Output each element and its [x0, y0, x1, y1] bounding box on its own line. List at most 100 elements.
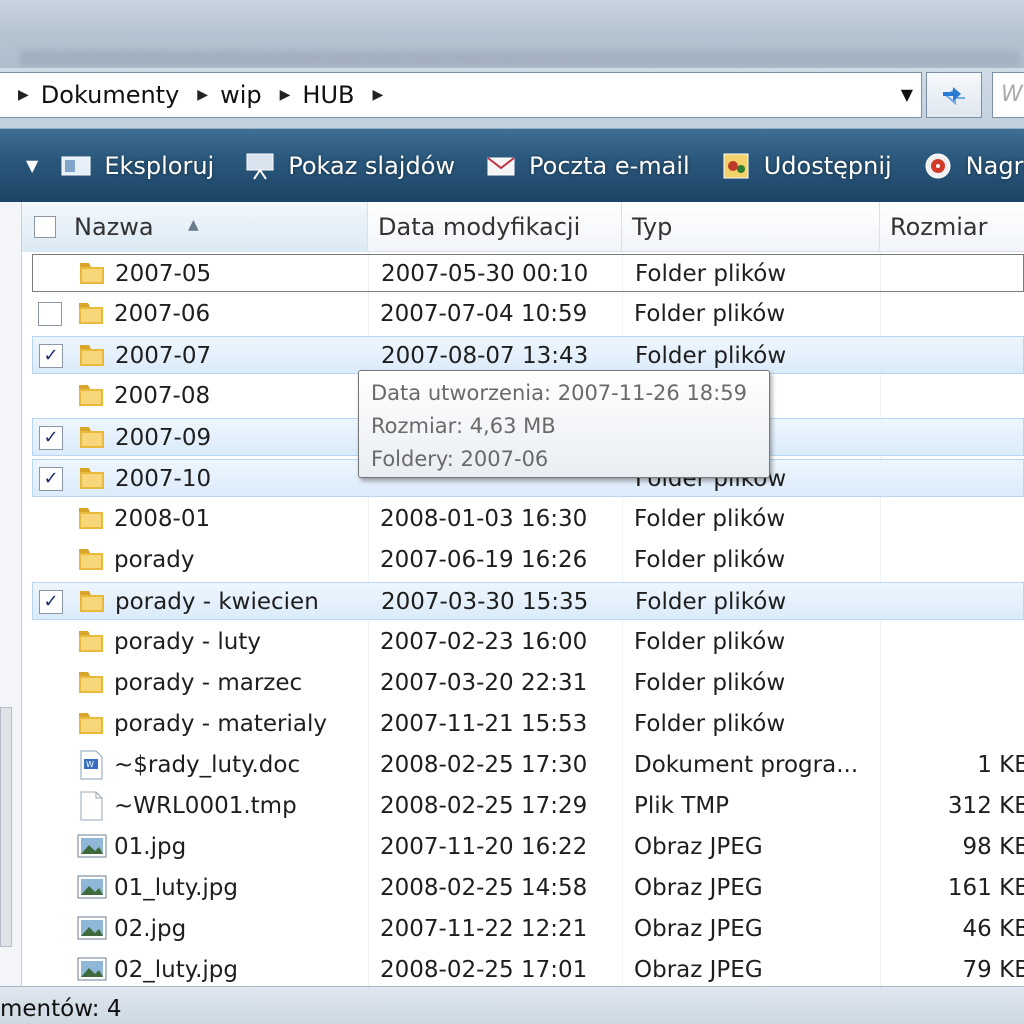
folder-icon: [76, 544, 106, 574]
column-type-label: Typ: [632, 213, 673, 241]
column-date-label: Data modyfikacji: [378, 213, 581, 241]
explore-button[interactable]: Eksploruj: [60, 152, 214, 180]
file-type: Obraz JPEG: [634, 834, 763, 860]
email-label: Poczta e-mail: [529, 151, 690, 180]
titlebar-blur: [20, 50, 1020, 66]
image-icon: [76, 913, 107, 943]
folder-row[interactable]: ✓ 2007-07 2007-08-07 13:43 Folder plików: [32, 336, 1024, 374]
file-name: porady - kwiecien: [115, 589, 319, 615]
folder-icon: [77, 586, 107, 616]
file-row[interactable]: 02_luty.jpg 2008-02-25 17:01 Obraz JPEG 79 …: [32, 951, 1024, 986]
status-text: mentów: 4: [0, 996, 122, 1022]
column-type[interactable]: Typ: [622, 202, 880, 252]
status-bar: mentów: 4: [0, 986, 1024, 1024]
file-name: 2008-01: [114, 506, 211, 532]
select-all-checkbox[interactable]: [34, 216, 56, 238]
window-titlebar: [0, 0, 1024, 68]
file-date: 2007-11-20 16:22: [380, 834, 588, 860]
breadcrumb-arrow-icon[interactable]: ▶: [18, 87, 29, 103]
refresh-button[interactable]: [926, 72, 982, 118]
tooltip-folders: Foldery: 2007-06: [371, 447, 549, 471]
file-row[interactable]: 01.jpg 2007-11-20 16:22 Obraz JPEG 98 KB: [32, 828, 1024, 866]
burn-icon: [922, 152, 954, 180]
file-date: 2007-11-22 12:21: [380, 916, 588, 942]
column-name-label: Nazwa: [74, 213, 154, 241]
row-checkbox[interactable]: ✓: [39, 590, 63, 614]
navigation-pane: [0, 202, 22, 986]
column-name[interactable]: ▲ Nazwa: [22, 202, 368, 252]
breadcrumb-arrow-icon[interactable]: ▶: [280, 87, 291, 103]
breadcrumb-arrow-icon[interactable]: ▶: [372, 87, 383, 103]
file-row[interactable]: 02.jpg 2007-11-22 12:21 Obraz JPEG 46 KB: [32, 910, 1024, 948]
file-size: 312 KB: [947, 793, 1024, 819]
folder-icon: [76, 667, 106, 697]
folder-row[interactable]: porady 2007-06-19 16:26 Folder plików: [32, 541, 1024, 579]
folder-row[interactable]: porady - materialy 2007-11-21 15:53 Folder…: [32, 705, 1024, 743]
breadcrumb-label[interactable]: wip: [220, 81, 262, 109]
file-type: Folder plików: [634, 629, 786, 655]
breadcrumb-item-1[interactable]: ▶ Dokumenty: [0, 81, 179, 109]
folder-row[interactable]: ✓ porady - kwiecien 2007-03-30 15:35 Folder…: [32, 582, 1024, 620]
file-name: porady - luty: [114, 629, 261, 655]
file-type: Plik TMP: [634, 793, 730, 819]
file-date: 2007-03-20 22:31: [380, 670, 588, 696]
file-row[interactable]: ~WRL0001.tmp 2008-02-25 17:29 Plik TMP 312 …: [32, 787, 1024, 825]
folder-icon: [76, 503, 106, 533]
folder-row[interactable]: porady - marzec 2007-03-20 22:31 Folder pl…: [32, 664, 1024, 702]
file-type: Folder plików: [634, 547, 786, 573]
share-label: Udostępnij: [763, 151, 892, 180]
file-row[interactable]: 01_luty.jpg 2008-02-25 14:58 Obraz JPEG 161…: [32, 869, 1024, 907]
folder-row[interactable]: 2007-05 2007-05-30 00:10 Folder plików: [32, 254, 1024, 292]
file-type: Folder plików: [634, 670, 786, 696]
email-icon: [485, 152, 517, 180]
tooltip-created: Data utworzenia: 2007-11-26 18:59: [371, 381, 747, 405]
file-name: 2007-06: [114, 301, 211, 327]
file-row[interactable]: W ~$rady_luty.doc 2008-02-25 17:30 Dokument…: [32, 746, 1024, 784]
breadcrumb-label[interactable]: Dokumenty: [41, 81, 180, 109]
breadcrumb-item-2[interactable]: ▶ wip: [179, 81, 261, 109]
organize-dropdown-icon[interactable]: ▼: [26, 156, 38, 175]
file-size: 1 KB: [977, 752, 1024, 778]
breadcrumb-arrow-icon[interactable]: ▶: [197, 87, 208, 103]
folder-row[interactable]: 2008-01 2008-01-03 16:30 Folder plików: [32, 500, 1024, 538]
file-date: 2007-03-30 15:35: [381, 589, 589, 615]
share-button[interactable]: Udostępnij: [720, 152, 892, 180]
folder-icon: [77, 422, 107, 452]
row-checkbox[interactable]: [38, 302, 62, 326]
column-header: ▲ Nazwa Data modyfikacji Typ Rozmiar: [22, 202, 1024, 252]
address-bar[interactable]: ▶ Dokumenty ▶ wip ▶ HUB ▶ ▼: [0, 72, 922, 118]
slideshow-button[interactable]: Pokaz slajdów: [244, 152, 455, 180]
file-type: Folder plików: [634, 301, 786, 327]
slideshow-icon: [244, 152, 276, 180]
row-checkbox[interactable]: ✓: [39, 344, 63, 368]
folder-row[interactable]: 2007-06 2007-07-04 10:59 Folder plików: [32, 295, 1024, 333]
image-icon: [76, 872, 107, 902]
nav-scrollbar[interactable]: [0, 707, 12, 947]
breadcrumb-item-3[interactable]: ▶ HUB ▶: [262, 81, 396, 109]
file-type: Obraz JPEG: [634, 875, 763, 901]
share-icon: [720, 152, 752, 180]
address-dropdown-icon[interactable]: ▼: [901, 85, 913, 104]
explore-label: Eksploruj: [104, 151, 215, 180]
folder-row[interactable]: porady - luty 2007-02-23 16:00 Folder plik…: [32, 623, 1024, 661]
file-name: 2007-07: [115, 343, 212, 369]
row-checkbox[interactable]: ✓: [39, 426, 63, 450]
burn-button[interactable]: Nagra: [922, 152, 1024, 180]
slideshow-label: Pokaz slajdów: [288, 151, 456, 180]
email-button[interactable]: Poczta e-mail: [485, 152, 690, 180]
column-date[interactable]: Data modyfikacji: [368, 202, 622, 252]
breadcrumb-label[interactable]: HUB: [302, 81, 354, 109]
search-input[interactable]: W: [992, 72, 1024, 118]
file-name: 01.jpg: [114, 834, 187, 860]
row-checkbox[interactable]: ✓: [39, 467, 63, 491]
file-date: 2008-01-03 16:30: [380, 506, 588, 532]
column-size[interactable]: Rozmiar: [880, 202, 1024, 252]
file-size: 98 KB: [962, 834, 1024, 860]
file-date: 2008-02-25 17:29: [380, 793, 588, 819]
file-name: ~$rady_luty.doc: [114, 752, 301, 778]
file-name: 02_luty.jpg: [114, 957, 238, 983]
file-date: 2008-02-25 17:30: [380, 752, 588, 778]
file-type: Dokument progra...: [634, 752, 859, 778]
refresh-icon: [943, 87, 965, 106]
doc-icon: W: [76, 749, 106, 780]
